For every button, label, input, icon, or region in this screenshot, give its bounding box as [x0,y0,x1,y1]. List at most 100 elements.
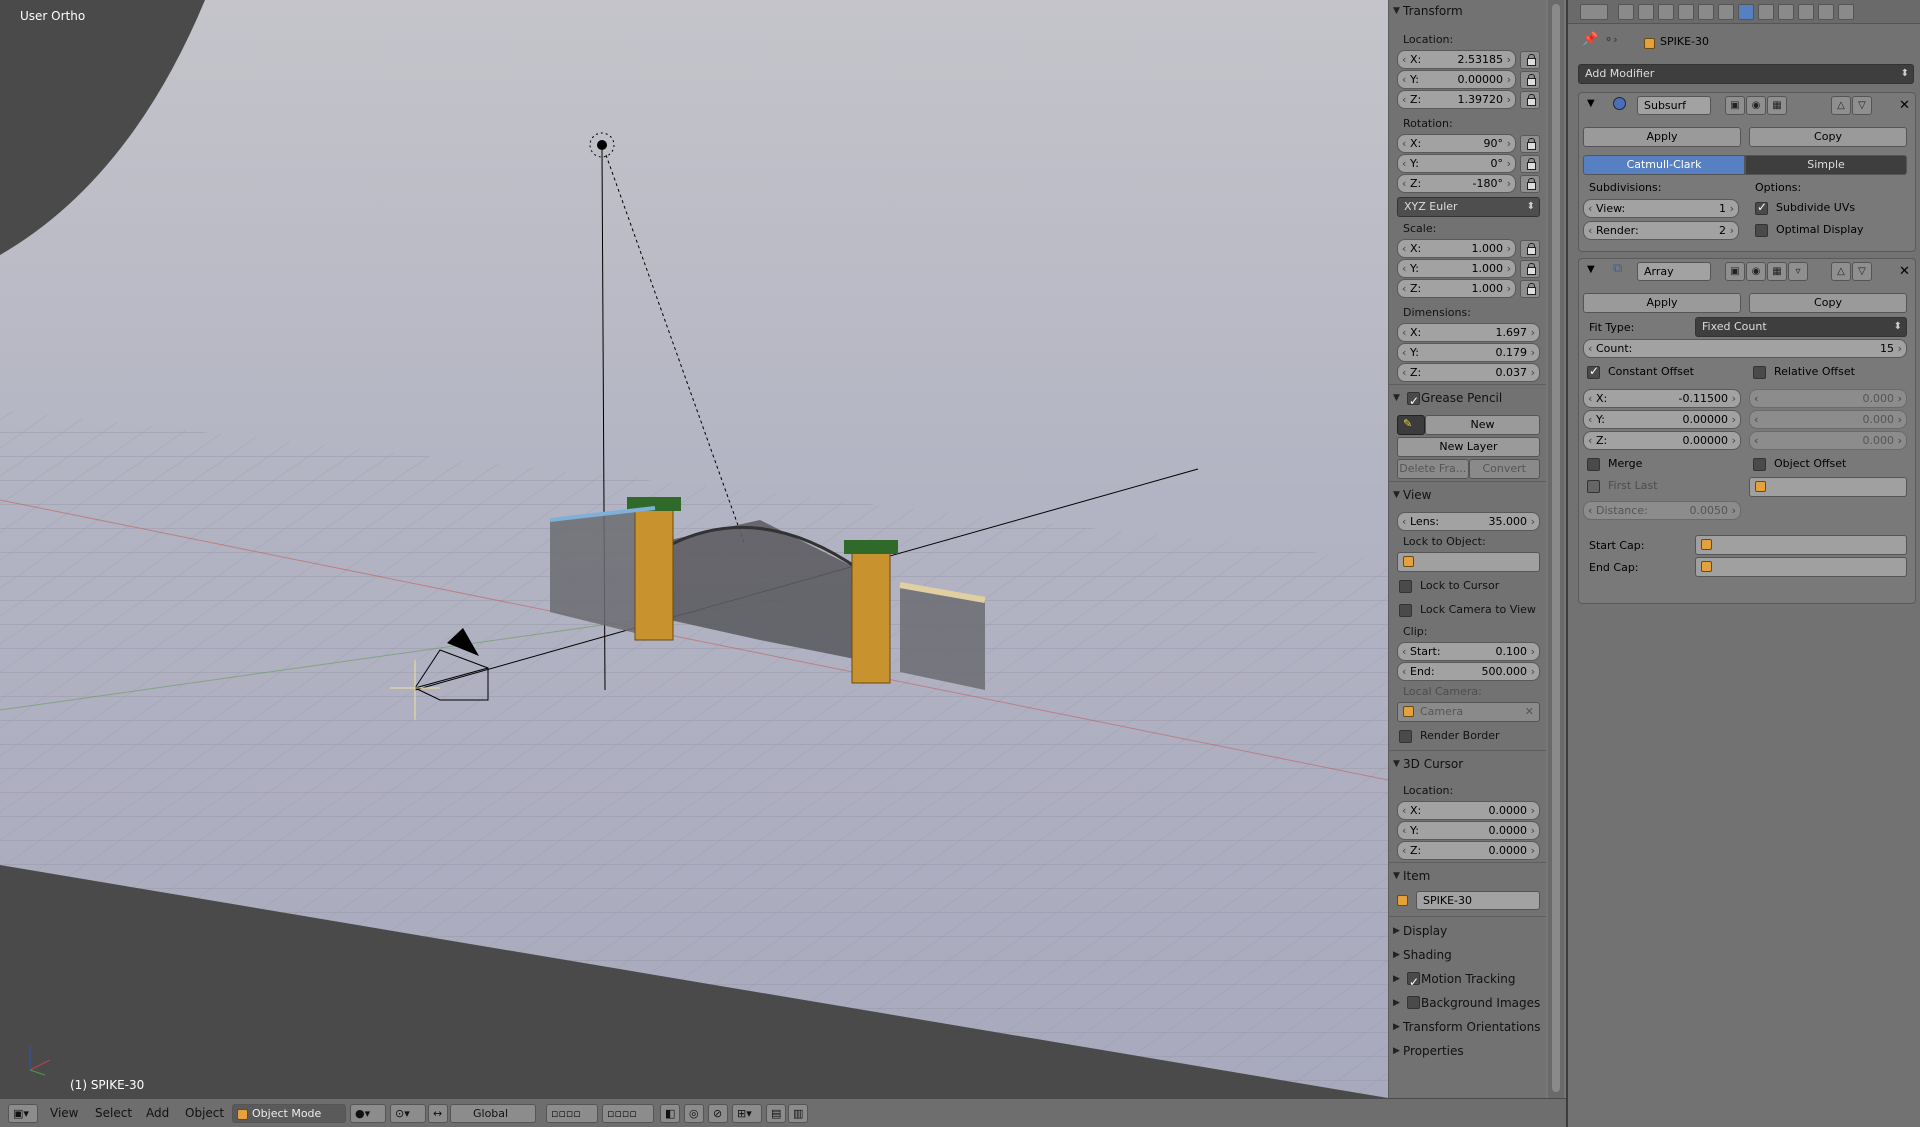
snap-target-select[interactable]: ⊞▾ [732,1104,762,1123]
scene-tab-icon[interactable] [1658,4,1674,20]
object-tab-icon[interactable] [1698,4,1714,20]
add-modifier-select[interactable]: Add Modifier [1578,64,1914,84]
lock-icon[interactable] [1520,280,1540,298]
rotation-field-1[interactable]: Y:0° [1397,154,1516,173]
lock-camera-checkbox[interactable]: Lock Camera to View [1389,598,1546,622]
relative-offset-field-2[interactable]: 0.000 [1749,431,1907,450]
local-camera-field[interactable]: Camera ✕ [1397,702,1540,722]
lock-icon[interactable] [1520,260,1540,278]
cursor-location-field-2[interactable]: Z:0.0000 [1397,841,1540,860]
array-copy-button[interactable]: Copy [1749,293,1907,313]
constant-offset-checkbox[interactable]: Constant Offset [1587,364,1694,379]
3d-viewport[interactable]: User Ortho (1) SPIKE-30 [0,0,1388,1098]
dimension-field-2[interactable]: Z:0.037 [1397,363,1540,382]
merge-checkbox[interactable]: Merge [1587,457,1642,471]
grease-pencil-new-button[interactable]: New [1425,415,1540,435]
render-icon[interactable]: ▤ [766,1104,786,1123]
catmull-clark-toggle[interactable]: Catmull-Clark [1583,155,1745,175]
collapsed-section-4[interactable]: ▶ Transform Orientations [1389,1015,1546,1039]
data-tab-icon[interactable] [1758,4,1774,20]
lock-icon[interactable] [1520,175,1540,193]
grease-pencil-checkbox[interactable] [1407,390,1420,412]
constant-offset-field-2[interactable]: Z:0.00000 [1583,431,1741,450]
mode-select[interactable]: Object Mode [232,1104,346,1123]
remove-modifier-icon[interactable]: ✕ [1899,98,1910,113]
collapsed-section-2[interactable]: ▶Motion Tracking [1389,967,1546,994]
collapsed-section-5[interactable]: ▶ Properties [1389,1039,1546,1063]
menu-3[interactable]: Object [185,1106,224,1120]
collapsed-section-0[interactable]: ▶ Display [1389,919,1546,943]
render-toggle-icon[interactable]: ▣ [1725,96,1745,115]
modifiers-tab-icon[interactable] [1738,4,1754,20]
lock-layers-icon[interactable]: ◧ [660,1104,680,1123]
layers-grid-2[interactable]: ▫▫▫▫ [602,1104,654,1123]
constant-offset-field-1[interactable]: Y:0.00000 [1583,410,1741,429]
render-levels-field[interactable]: Render:2 [1583,221,1739,240]
lock-icon[interactable] [1520,51,1540,69]
render-anim-icon[interactable]: ▥ [788,1104,808,1123]
viewport-toggle-icon[interactable]: ◉ [1746,262,1766,281]
subdivide-uvs-checkbox[interactable]: Subdivide UVs [1755,200,1855,215]
particles-tab-icon[interactable] [1818,4,1834,20]
object-offset-checkbox[interactable]: Object Offset [1753,457,1846,471]
menu-0[interactable]: View [50,1106,78,1120]
rotation-field-2[interactable]: Z:-180° [1397,174,1516,193]
location-field-0[interactable]: X:2.53185 [1397,50,1516,69]
subsurf-apply-button[interactable]: Apply [1583,127,1741,147]
proportional-edit-icon[interactable]: ◎ [684,1104,704,1123]
item-name-field[interactable]: SPIKE-30 [1416,891,1540,910]
relative-offset-checkbox[interactable]: Relative Offset [1753,365,1855,379]
clip-start-field[interactable]: Start:0.100 [1397,642,1540,661]
array-apply-button[interactable]: Apply [1583,293,1741,313]
constant-offset-field-0[interactable]: X:-0.11500 [1583,389,1741,408]
viewport-toggle-icon[interactable]: ◉ [1746,96,1766,115]
subsurf-copy-button[interactable]: Copy [1749,127,1907,147]
move-down-icon[interactable]: ▽ [1852,96,1872,115]
offset-object-field[interactable] [1749,477,1907,497]
lock-icon[interactable] [1520,71,1540,89]
lock-icon[interactable] [1520,155,1540,173]
pin-icon[interactable]: 📌 [1582,32,1598,47]
shading-select[interactable]: ●▾ [350,1104,386,1123]
render-tab-icon[interactable] [1618,4,1634,20]
manipulator-toggle-icon[interactable]: ↔ [428,1104,448,1123]
relative-offset-field-0[interactable]: 0.000 [1749,389,1907,408]
merge-distance-field[interactable]: Distance:0.0050 [1583,501,1741,520]
location-field-1[interactable]: Y:0.00000 [1397,70,1516,89]
lock-to-cursor-checkbox[interactable]: Lock to Cursor [1389,574,1546,598]
move-up-icon[interactable]: △ [1831,96,1851,115]
cursor-location-field-0[interactable]: X:0.0000 [1397,801,1540,820]
convert-button[interactable]: Convert [1468,459,1540,479]
pivot-select[interactable]: ⊙▾ [390,1104,426,1123]
menu-1[interactable]: Select [95,1106,132,1120]
remove-modifier-icon[interactable]: ✕ [1899,264,1910,279]
editor-type-icon[interactable]: ▣▾ [8,1104,38,1123]
clip-end-field[interactable]: End:500.000 [1397,662,1540,681]
relative-offset-field-1[interactable]: 0.000 [1749,410,1907,429]
render-toggle-icon[interactable]: ▣ [1725,262,1745,281]
fit-type-select[interactable]: Fixed Count [1695,317,1907,337]
move-up-icon[interactable]: △ [1831,262,1851,281]
end-cap-field[interactable] [1695,557,1907,577]
lock-icon[interactable] [1520,91,1540,109]
transform-header[interactable]: ▼ Transform [1389,0,1546,22]
start-cap-field[interactable] [1695,535,1907,555]
lock-icon[interactable] [1520,135,1540,153]
rotation-field-0[interactable]: X:90° [1397,134,1516,153]
world-tab-icon[interactable] [1678,4,1694,20]
scale-field-2[interactable]: Z:1.000 [1397,279,1516,298]
count-field[interactable]: Count:15 [1583,339,1907,358]
lens-field[interactable]: Lens:35.000 [1397,512,1540,531]
delete-frame-button[interactable]: Delete Fra... [1397,459,1469,479]
lock-object-field[interactable] [1397,552,1540,572]
pencil-icon[interactable]: ✎ [1397,415,1425,435]
material-tab-icon[interactable] [1778,4,1794,20]
editmode-toggle-icon[interactable]: ▦ [1767,96,1787,115]
collapse-icon[interactable]: ▼ [1587,98,1595,109]
subsurf-name-field[interactable]: Subsurf [1637,96,1711,115]
cursor-location-field-1[interactable]: Y:0.0000 [1397,821,1540,840]
clear-icon[interactable]: ✕ [1525,703,1534,721]
item-header[interactable]: ▼ Item [1389,865,1546,887]
first-last-checkbox[interactable]: First Last [1587,479,1658,493]
dimension-field-0[interactable]: X:1.697 [1397,323,1540,342]
